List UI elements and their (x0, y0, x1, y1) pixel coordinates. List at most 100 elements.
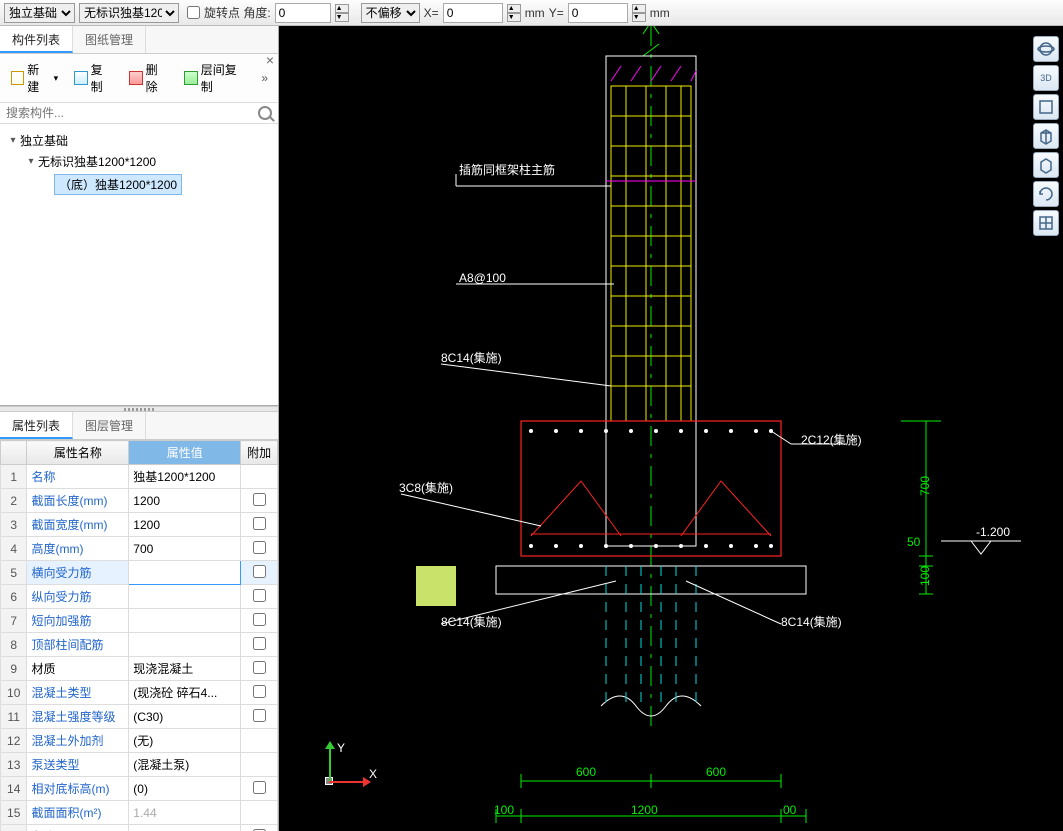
property-row[interactable]: 8顶部柱间配筋 (1, 633, 278, 657)
property-row[interactable]: 10混凝土类型(现浇砼 碎石4... (1, 681, 278, 705)
tab-drawing-manage[interactable]: 图纸管理 (73, 26, 146, 53)
property-name[interactable]: 混凝土外加剂 (27, 729, 129, 753)
property-name[interactable]: 高度(mm) (27, 537, 129, 561)
new-button[interactable]: 新建▾ (6, 58, 63, 98)
overflow-button[interactable]: » (257, 69, 272, 87)
property-row[interactable]: 2截面长度(mm)1200 (1, 489, 278, 513)
search-icon[interactable] (258, 106, 272, 120)
nav-cube-side-button[interactable] (1033, 152, 1059, 178)
x-input[interactable] (443, 3, 503, 23)
search-input[interactable] (6, 106, 254, 120)
property-name[interactable]: 纵向受力筋 (27, 585, 129, 609)
close-icon[interactable]: × (266, 52, 274, 68)
extra-checkbox[interactable] (253, 661, 266, 674)
rotation-input[interactable] (275, 3, 331, 23)
nav-cube-top-button[interactable] (1033, 94, 1059, 120)
header-value: 属性值 (129, 441, 241, 465)
tree-root[interactable]: ▾独立基础 (4, 130, 274, 151)
property-row[interactable]: 5横向受力筋 (1, 561, 278, 585)
delete-button[interactable]: 删除 (124, 58, 173, 98)
tab-attributes[interactable]: 属性列表 (0, 412, 73, 439)
extra-checkbox[interactable] (253, 637, 266, 650)
y-input[interactable] (568, 3, 628, 23)
extra-checkbox[interactable] (253, 709, 266, 722)
property-value[interactable] (129, 609, 241, 633)
extra-checkbox[interactable] (253, 781, 266, 794)
property-row[interactable]: 13泵送类型(混凝土泵) (1, 753, 278, 777)
cad-viewport[interactable]: 插筋同框架柱主筋 A8@100 8C14(集施) 3C8(集施) 2C12(集施… (279, 26, 1063, 831)
property-name[interactable]: 截面面积(m²) (27, 801, 129, 825)
extra-checkbox[interactable] (253, 493, 266, 506)
property-row[interactable]: 11混凝土强度等级(C30) (1, 705, 278, 729)
property-row[interactable]: 7短向加强筋 (1, 609, 278, 633)
property-value[interactable] (129, 825, 241, 831)
extra-checkbox[interactable] (253, 541, 266, 554)
type-dropdown[interactable]: 独立基础 (4, 3, 75, 23)
nav-orbit-button[interactable] (1033, 36, 1059, 62)
property-value[interactable]: 现浇混凝土 (129, 657, 241, 681)
tree-item-selected[interactable]: （底）独基1200*1200 (4, 172, 274, 197)
property-name[interactable]: 相对底标高(m) (27, 777, 129, 801)
extra-checkbox[interactable] (253, 589, 266, 602)
property-row[interactable]: 9材质现浇混凝土 (1, 657, 278, 681)
nav-rotate-button[interactable] (1033, 181, 1059, 207)
property-name[interactable]: 横向受力筋 (27, 561, 129, 585)
property-name[interactable]: 混凝土类型 (27, 681, 129, 705)
property-name[interactable]: 材质 (27, 657, 129, 681)
nav-cube-front-button[interactable] (1033, 123, 1059, 149)
property-value[interactable] (129, 585, 241, 609)
property-name[interactable]: 顶部柱间配筋 (27, 633, 129, 657)
extra-checkbox[interactable] (253, 685, 266, 698)
property-value[interactable]: 700 (129, 537, 241, 561)
property-row[interactable]: 16备注 (1, 825, 278, 831)
extra-checkbox[interactable] (253, 517, 266, 530)
property-name[interactable]: 截面长度(mm) (27, 489, 129, 513)
property-row[interactable]: 3截面宽度(mm)1200 (1, 513, 278, 537)
property-row[interactable]: 12混凝土外加剂(无) (1, 729, 278, 753)
property-name[interactable]: 混凝土强度等级 (27, 705, 129, 729)
selection-handle[interactable] (416, 566, 456, 606)
y-label: Y= (549, 6, 564, 20)
property-row[interactable]: 15截面面积(m²)1.44 (1, 801, 278, 825)
panel-splitter[interactable] (0, 406, 278, 412)
tab-component-list[interactable]: 构件列表 (0, 26, 73, 53)
nav-grid-button[interactable] (1033, 210, 1059, 236)
property-value[interactable]: (无) (129, 729, 241, 753)
layer-copy-button[interactable]: 层间复制 (179, 58, 251, 98)
property-name[interactable]: 截面宽度(mm) (27, 513, 129, 537)
property-row[interactable]: 4高度(mm)700 (1, 537, 278, 561)
property-name[interactable]: 备注 (27, 825, 129, 831)
rotation-checkbox[interactable] (187, 6, 200, 19)
offset-dropdown[interactable]: 不偏移 (361, 3, 420, 23)
property-value[interactable]: (现浇砼 碎石4... (129, 681, 241, 705)
copy-button[interactable]: 复制 (69, 58, 118, 98)
property-row[interactable]: 14相对底标高(m)(0) (1, 777, 278, 801)
x-spinner[interactable]: ▲▼ (507, 4, 521, 22)
property-value[interactable]: (0) (129, 777, 241, 801)
property-name[interactable]: 名称 (27, 465, 129, 489)
tree-toggle-icon[interactable]: ▾ (24, 156, 38, 167)
nav-3d-button[interactable]: 3D (1033, 65, 1059, 91)
tab-layers[interactable]: 图层管理 (73, 412, 146, 439)
property-value[interactable]: 独基1200*1200 (129, 465, 241, 489)
property-row[interactable]: 1名称独基1200*1200 (1, 465, 278, 489)
extra-checkbox[interactable] (253, 565, 266, 578)
property-value[interactable]: 1.44 (129, 801, 241, 825)
property-name[interactable]: 短向加强筋 (27, 609, 129, 633)
y-unit: mm (650, 6, 670, 20)
rotation-spinner[interactable]: ▲▼ (335, 4, 349, 22)
property-name[interactable]: 泵送类型 (27, 753, 129, 777)
property-value[interactable]: 1200 (129, 513, 241, 537)
extra-checkbox[interactable] (253, 613, 266, 626)
property-value[interactable] (129, 633, 241, 657)
property-value[interactable]: 1200 (129, 489, 241, 513)
tree-toggle-icon[interactable]: ▾ (6, 135, 20, 146)
property-row[interactable]: 6纵向受力筋 (1, 585, 278, 609)
subtype-dropdown[interactable]: 无标识独基120 (79, 3, 179, 23)
tree-item-level2[interactable]: ▾无标识独基1200*1200 (4, 151, 274, 172)
property-value[interactable]: (混凝土泵) (129, 753, 241, 777)
y-spinner[interactable]: ▲▼ (632, 4, 646, 22)
property-value[interactable]: (C30) (129, 705, 241, 729)
cad-drawing: 插筋同框架柱主筋 A8@100 8C14(集施) 3C8(集施) 2C12(集施… (279, 26, 1063, 831)
property-value[interactable] (129, 561, 241, 585)
